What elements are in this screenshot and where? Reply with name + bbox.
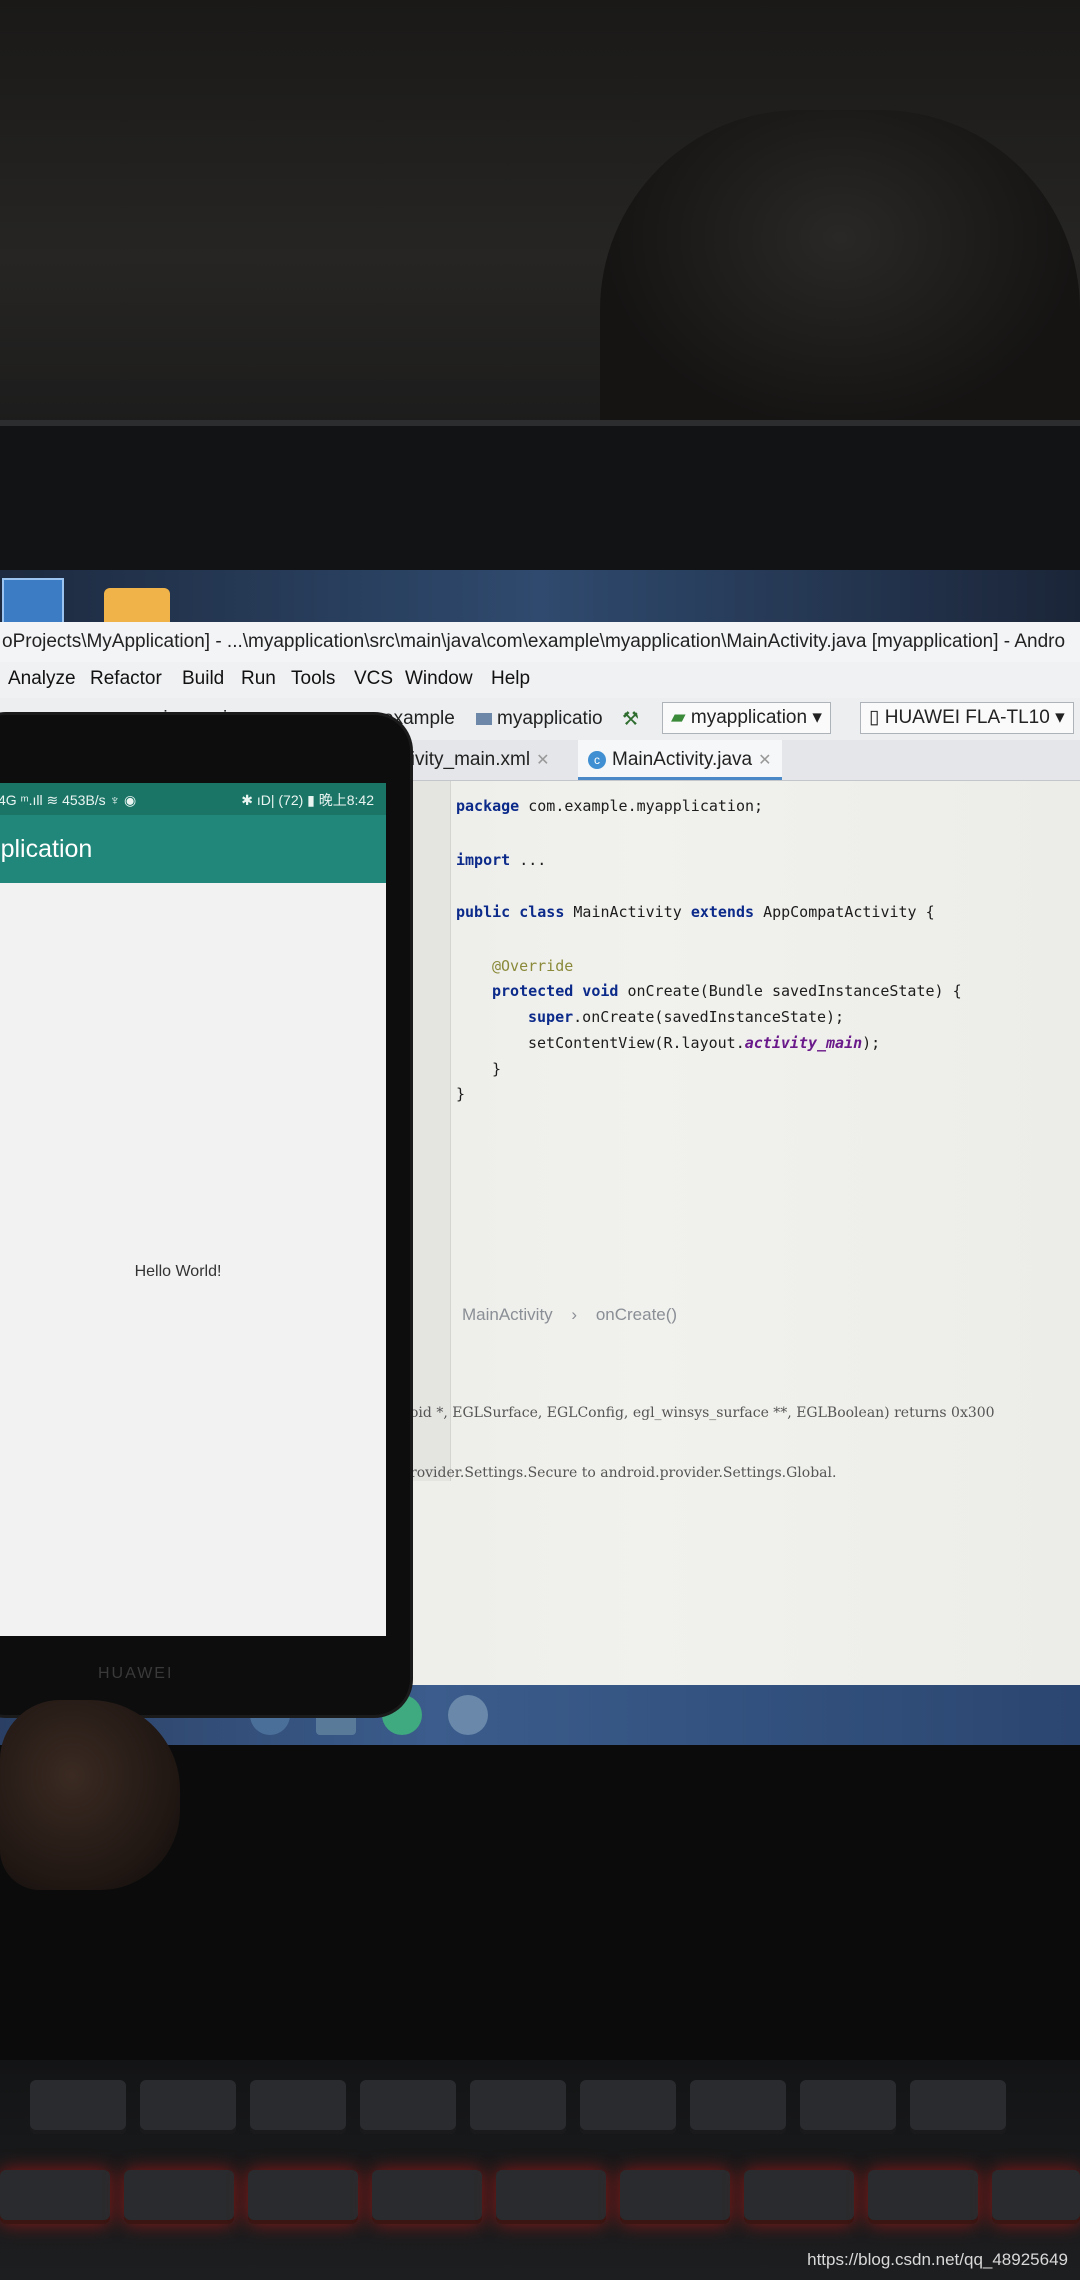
monitor-bezel: [0, 420, 1080, 576]
keyboard-key: [910, 2080, 1006, 2134]
desktop-app-icon[interactable]: [2, 578, 64, 626]
keyboard-key: [992, 2170, 1080, 2224]
menu-vcs[interactable]: VCS: [354, 668, 393, 690]
android-icon: ▰: [671, 707, 691, 728]
code-line-override: @Override: [492, 957, 574, 975]
menu-help[interactable]: Help: [491, 668, 530, 690]
phone-screen: 联通4G ᵐ.ıll ≋ 453B/s ♆ ◉ ✱ ıD| (72) ▮ 晚上8…: [0, 783, 386, 1636]
structure-crumb-method[interactable]: onCreate(): [596, 1305, 677, 1324]
keyboard-key: [868, 2170, 978, 2224]
ide-window-title: oProjects\MyApplication] - ...\myapplica…: [2, 631, 1066, 652]
desktop-strip: [0, 570, 1080, 626]
phone-status-bar: 联通4G ᵐ.ıll ≋ 453B/s ♆ ◉ ✱ ıD| (72) ▮ 晚上8…: [0, 783, 386, 815]
keyboard-key: [470, 2080, 566, 2134]
status-right: ✱ ıD| (72) ▮ 晚上8:42: [241, 792, 374, 808]
phone-device: 联通4G ᵐ.ıll ≋ 453B/s ♆ ◉ ✱ ıD| (72) ▮ 晚上8…: [0, 715, 410, 1715]
keyboard-key: [744, 2170, 854, 2224]
code-line-super: super.onCreate(savedInstanceState);: [528, 1008, 845, 1026]
keyboard-key: [0, 2170, 110, 2224]
tab-main-activity-java[interactable]: c MainActivity.java ✕: [578, 740, 782, 780]
keyboard-key: [620, 2170, 730, 2224]
background-room: [0, 0, 1080, 430]
tab-activity-main-xml[interactable]: ctivity_main.xml ✕: [386, 740, 559, 780]
app-toolbar: Application: [0, 815, 386, 883]
keyboard-key: [580, 2080, 676, 2134]
menu-tools[interactable]: Tools: [291, 668, 335, 690]
code-line-set-content: setContentView(R.layout.activity_main);: [528, 1034, 881, 1052]
menu-window[interactable]: Window: [405, 668, 473, 690]
code-line-close-class: }: [456, 1085, 466, 1103]
logcat-line: oid *, EGLSurface, EGLConfig, egl_winsys…: [410, 1405, 995, 1421]
keyboard-key: [30, 2080, 126, 2134]
hammer-icon[interactable]: ⚒: [622, 708, 639, 731]
keyboard-key: [496, 2170, 606, 2224]
laptop-keyboard: [0, 2060, 1080, 2280]
taskbar-app-icon[interactable]: [448, 1695, 488, 1735]
keyboard-key: [250, 2080, 346, 2134]
status-left: 联通4G ᵐ.ıll ≋ 453B/s ♆ ◉: [0, 792, 137, 808]
structure-crumb-class[interactable]: MainActivity: [462, 1305, 553, 1324]
watermark: https://blog.csdn.net/qq_48925649: [807, 2250, 1068, 2269]
person-silhouette: [600, 110, 1080, 430]
close-icon[interactable]: ✕: [758, 752, 771, 769]
code-line-method: protected void onCreate(Bundle savedInst…: [492, 982, 962, 1000]
device-select[interactable]: ▯ HUAWEI FLA-TL10 ▾: [860, 702, 1074, 734]
app-title: Application: [0, 835, 93, 863]
menu-run[interactable]: Run: [241, 668, 276, 690]
hand: [0, 1700, 180, 1890]
keyboard-key: [690, 2080, 786, 2134]
editor-gutter: [410, 781, 451, 1481]
structure-breadcrumb: MainActivity › onCreate(): [462, 1305, 678, 1324]
keyboard-key: [800, 2080, 896, 2134]
code-line-close-method: }: [492, 1060, 502, 1078]
run-config-select[interactable]: ▰ myapplication ▾: [662, 702, 831, 734]
phone-brand-logo: HUAWEI: [98, 1665, 174, 1682]
class-icon: c: [588, 751, 606, 769]
ide-menu-bar: Analyze Refactor Build Run Tools VCS Win…: [0, 662, 1080, 698]
code-line-import: import ...: [456, 851, 547, 869]
ide-title-bar: oProjects\MyApplication] - ...\myapplica…: [0, 622, 1080, 663]
folder-icon: [476, 713, 492, 725]
keyboard-key: [124, 2170, 234, 2224]
crumb-myapplication[interactable]: myapplicatio: [476, 708, 603, 730]
menu-refactor[interactable]: Refactor: [90, 668, 162, 690]
hello-text: Hello World!: [134, 1263, 222, 1280]
menu-analyze[interactable]: Analyze: [8, 668, 76, 690]
phone-icon: ▯: [869, 707, 885, 728]
keyboard-key: [372, 2170, 482, 2224]
close-icon[interactable]: ✕: [536, 752, 549, 769]
logcat-line: rovider.Settings.Secure to android.provi…: [410, 1465, 837, 1481]
keyboard-key: [140, 2080, 236, 2134]
menu-build[interactable]: Build: [182, 668, 224, 690]
code-line-class: public class MainActivity extends AppCom…: [456, 903, 935, 921]
keyboard-key: [248, 2170, 358, 2224]
folder-icon[interactable]: [104, 588, 170, 622]
keyboard-key: [360, 2080, 456, 2134]
code-line-package: package com.example.myapplication;: [456, 797, 764, 815]
